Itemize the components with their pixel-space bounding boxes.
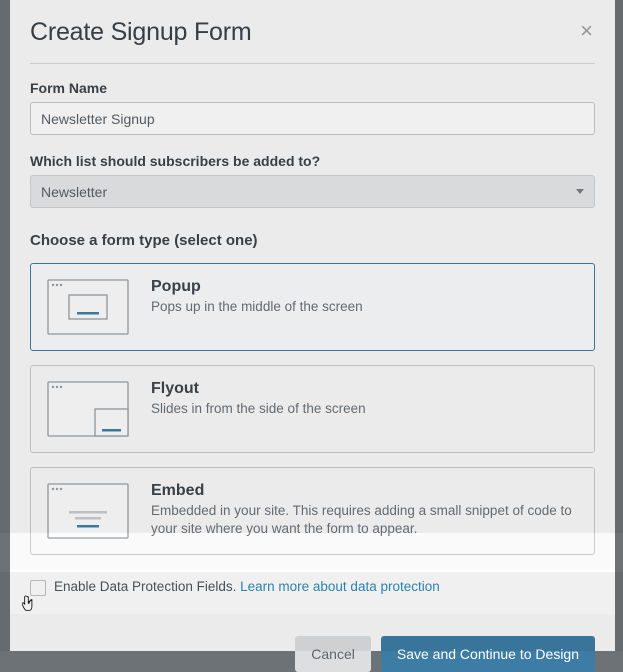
data-protection-link[interactable]: Learn more about data protection xyxy=(240,579,440,594)
form-type-heading: Choose a form type (select one) xyxy=(30,232,595,249)
form-name-label: Form Name xyxy=(30,80,595,96)
data-protection-text: Enable Data Protection Fields. xyxy=(54,579,240,594)
list-select-value: Newsletter xyxy=(41,184,107,200)
close-icon[interactable]: × xyxy=(578,18,595,44)
data-protection-row: Enable Data Protection Fields. Learn mor… xyxy=(10,569,615,614)
cancel-button[interactable]: Cancel xyxy=(295,636,371,672)
popup-desc: Pops up in the middle of the screen xyxy=(151,298,578,316)
embed-desc: Embedded in your site. This requires add… xyxy=(151,502,578,538)
list-select-label: Which list should subscribers be added t… xyxy=(30,153,595,169)
flyout-icon xyxy=(47,380,129,438)
form-type-option-flyout[interactable]: Flyout Slides in from the side of the sc… xyxy=(30,365,595,453)
form-type-option-embed[interactable]: Embed Embedded in your site. This requir… xyxy=(30,467,595,555)
modal-footer: Cancel Save and Continue to Design xyxy=(30,614,595,672)
flyout-desc: Slides in from the side of the screen xyxy=(151,400,578,418)
list-select[interactable]: Newsletter xyxy=(30,175,595,208)
popup-title: Popup xyxy=(151,278,578,296)
flyout-title: Flyout xyxy=(151,380,578,398)
save-continue-button[interactable]: Save and Continue to Design xyxy=(381,636,595,672)
embed-title: Embed xyxy=(151,482,578,500)
data-protection-checkbox[interactable] xyxy=(30,580,46,596)
popup-icon xyxy=(47,278,129,336)
form-name-input[interactable] xyxy=(30,102,595,135)
create-signup-form-modal: Create Signup Form × Form Name Which lis… xyxy=(10,0,615,651)
modal-title: Create Signup Form xyxy=(30,18,252,47)
cursor-pointer-icon xyxy=(22,595,40,615)
embed-icon xyxy=(47,482,129,540)
data-protection-label: Enable Data Protection Fields. Learn mor… xyxy=(54,579,440,594)
form-type-option-popup[interactable]: Popup Pops up in the middle of the scree… xyxy=(30,263,595,351)
chevron-down-icon xyxy=(576,189,584,194)
modal-header: Create Signup Form × xyxy=(30,18,595,64)
